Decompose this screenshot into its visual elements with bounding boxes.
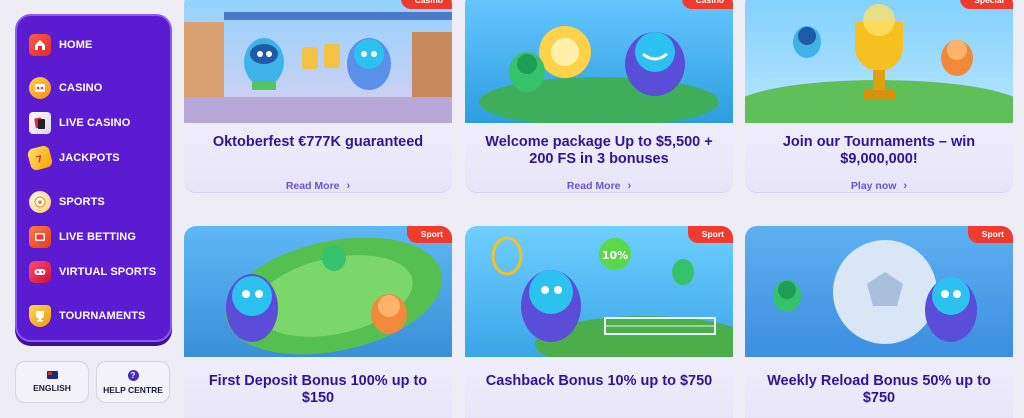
cta-label: Read More bbox=[285, 180, 340, 192]
category-badge: Casino bbox=[400, 0, 452, 9]
promo-art bbox=[745, 0, 1013, 123]
sidebar-nav: HOME CASINO LIVE CASINO 7 JACKPOTS SPORT… bbox=[15, 14, 172, 342]
sidebar-item-label: HOME bbox=[59, 39, 93, 51]
svg-text:7: 7 bbox=[35, 154, 44, 165]
sidebar-item-virtual-sports[interactable]: VIRTUAL SPORTS bbox=[29, 260, 156, 284]
promo-title: Join our Tournaments – win $9,000,000! bbox=[782, 134, 976, 167]
sidebar-item-label: TOURNAMENTS bbox=[59, 310, 146, 322]
chevron-right-icon: › bbox=[627, 180, 632, 192]
promo-art bbox=[745, 226, 1013, 357]
promo-art bbox=[184, 226, 452, 357]
sidebar-item-sports[interactable]: SPORTS bbox=[29, 190, 105, 214]
cta-label: Play now bbox=[850, 180, 897, 192]
live-tv-icon bbox=[29, 226, 51, 248]
promo-art bbox=[465, 0, 733, 123]
category-badge: Special bbox=[960, 0, 1013, 9]
sidebar-item-label: JACKPOTS bbox=[59, 152, 120, 164]
sidebar-item-label: VIRTUAL SPORTS bbox=[59, 266, 157, 278]
slot-machine-icon bbox=[29, 77, 51, 99]
language-label: ENGLISH bbox=[33, 383, 71, 393]
read-more-link[interactable]: Read More › bbox=[465, 180, 733, 192]
read-more-link[interactable]: Read More › bbox=[184, 180, 452, 192]
trophy-icon bbox=[29, 305, 51, 327]
chevron-right-icon: › bbox=[903, 180, 908, 192]
help-centre-button[interactable]: ? HELP CENTRE bbox=[96, 361, 170, 403]
category-badge: Sport bbox=[406, 226, 452, 243]
australia-flag-icon bbox=[46, 371, 58, 379]
football-icon bbox=[29, 191, 51, 213]
virtual-controller-icon bbox=[29, 261, 51, 283]
promo-card-oktoberfest[interactable]: Casino Oktoberfest €777K guaranteed Read… bbox=[184, 0, 452, 192]
sidebar-item-label: SPORTS bbox=[59, 196, 105, 208]
promo-title: Weekly Reload Bonus 50% up to $750 bbox=[767, 373, 991, 406]
sidebar-item-jackpots[interactable]: 7 JACKPOTS bbox=[26, 144, 120, 172]
category-badge: Casino bbox=[681, 0, 733, 9]
cashback-percent-text: 10% bbox=[602, 249, 628, 262]
cta-label: Read More bbox=[566, 180, 621, 192]
promo-card-first-deposit[interactable]: Sport First Deposit Bonus 100% up to $15… bbox=[184, 226, 452, 418]
sidebar-item-casino[interactable]: CASINO bbox=[29, 76, 102, 100]
help-label: HELP CENTRE bbox=[103, 384, 163, 395]
help-icon: ? bbox=[127, 369, 139, 381]
sidebar-item-tournaments[interactable]: TOURNAMENTS bbox=[29, 304, 145, 328]
promo-art: 10% bbox=[465, 226, 733, 357]
category-badge: Sport bbox=[967, 226, 1013, 243]
promo-title: Welcome package Up to $5,500 + 200 FS in… bbox=[485, 134, 713, 167]
promo-art bbox=[184, 0, 452, 123]
promo-card-cashback[interactable]: 10% Sport Cashback Bonus 10% up to $750 bbox=[465, 226, 733, 418]
promo-title: Oktoberfest €777K guaranteed bbox=[212, 134, 424, 150]
sidebar-item-label: CASINO bbox=[59, 82, 103, 94]
promo-card-weekly-reload[interactable]: Sport Weekly Reload Bonus 50% up to $750 bbox=[745, 226, 1013, 418]
jackpot-ticket-icon: 7 bbox=[26, 144, 54, 172]
promo-title: Cashback Bonus 10% up to $750 bbox=[485, 373, 713, 389]
language-button[interactable]: ENGLISH bbox=[15, 361, 89, 403]
sidebar-item-label: LIVE BETTING bbox=[59, 231, 136, 243]
promo-title: First Deposit Bonus 100% up to $150 bbox=[208, 373, 428, 406]
sidebar-item-home[interactable]: HOME bbox=[29, 33, 92, 57]
play-now-link[interactable]: Play now › bbox=[745, 180, 1013, 192]
cards-icon bbox=[29, 112, 51, 134]
chevron-right-icon: › bbox=[346, 180, 351, 192]
sidebar-item-label: LIVE CASINO bbox=[59, 117, 131, 129]
sidebar-item-live-betting[interactable]: LIVE BETTING bbox=[29, 225, 136, 249]
promo-card-welcome-package[interactable]: Casino Welcome package Up to $5,500 + 20… bbox=[465, 0, 733, 192]
home-icon bbox=[29, 34, 51, 56]
category-badge: Sport bbox=[687, 226, 733, 243]
promo-card-tournaments[interactable]: Special Join our Tournaments – win $9,00… bbox=[745, 0, 1013, 192]
sidebar-item-live-casino[interactable]: LIVE CASINO bbox=[29, 111, 130, 135]
